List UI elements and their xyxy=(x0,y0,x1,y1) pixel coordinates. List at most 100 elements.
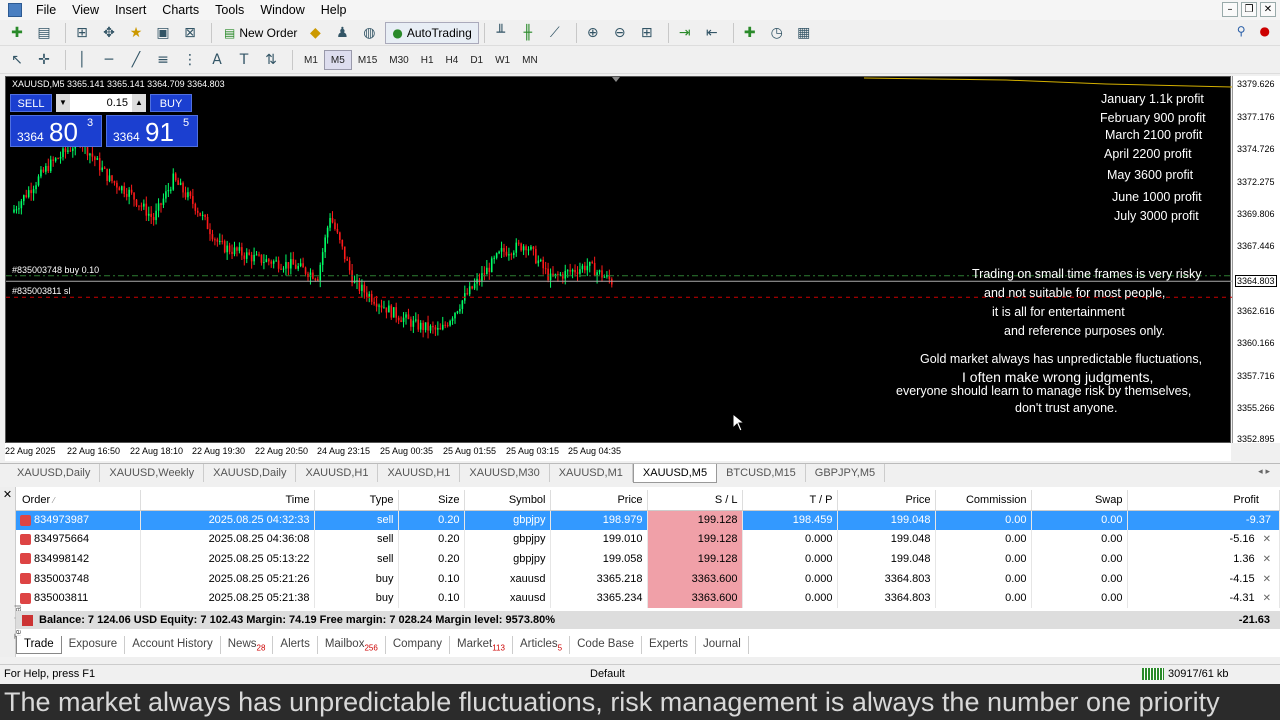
chart-tab[interactable]: XAUUSD,Daily xyxy=(204,464,297,482)
chart-tab[interactable]: XAUUSD,H1 xyxy=(296,464,379,482)
restore-icon[interactable]: ❐ xyxy=(1241,2,1257,17)
chart-tab[interactable]: XAUUSD,H1 xyxy=(378,464,461,482)
menu-help[interactable]: Help xyxy=(313,3,355,17)
chart-shift-icon[interactable]: ⇤ xyxy=(701,23,723,43)
metaeditor-icon[interactable]: ◆ xyxy=(304,23,326,43)
terminal-tab-code-base[interactable]: Code Base xyxy=(570,636,643,655)
terminal-tab-company[interactable]: Company xyxy=(386,636,451,655)
chart-tab-active[interactable]: XAUUSD,M5 xyxy=(632,464,718,483)
zoom-out-icon[interactable]: ⊖ xyxy=(609,23,631,43)
close-order-icon[interactable]: ✕ xyxy=(1263,554,1271,565)
tf-h1[interactable]: H1 xyxy=(415,50,440,70)
terminal-tab-alerts[interactable]: Alerts xyxy=(273,636,318,655)
label-icon[interactable]: T xyxy=(233,50,255,70)
zoom-in-icon[interactable]: ⊕ xyxy=(582,23,604,43)
cursor-icon[interactable]: ↖ xyxy=(6,50,28,70)
col-type[interactable]: Type xyxy=(314,490,399,511)
terminal-tab-journal[interactable]: Journal xyxy=(696,636,749,655)
table-row[interactable]: 834998142 2025.08.25 05:13:22 sell 0.20 gbpj… xyxy=(16,549,1280,569)
vertical-line-icon[interactable]: │ xyxy=(71,50,93,70)
menu-charts[interactable]: Charts xyxy=(154,3,207,17)
chart-tab[interactable]: XAUUSD,Daily xyxy=(8,464,101,482)
vps-icon[interactable]: ◍ xyxy=(358,23,380,43)
col-order[interactable]: Order ⁄ xyxy=(16,490,141,511)
menu-view[interactable]: View xyxy=(64,3,107,17)
menu-window[interactable]: Window xyxy=(252,3,312,17)
bar-chart-icon[interactable]: ╨ xyxy=(490,23,512,43)
line-chart-icon[interactable]: ⟋ xyxy=(544,23,566,43)
menu-file[interactable]: File xyxy=(28,3,64,17)
col-tp[interactable]: T / P xyxy=(742,490,838,511)
terminal-tab-mailbox[interactable]: Mailbox256 xyxy=(318,636,386,655)
arrows-icon[interactable]: ⇅ xyxy=(260,50,282,70)
col-current-price[interactable]: Price xyxy=(837,490,936,511)
templates-icon[interactable]: ▦ xyxy=(793,23,815,43)
strategy-tester-icon[interactable]: ⊠ xyxy=(179,23,201,43)
terminal-icon[interactable]: ▣ xyxy=(152,23,174,43)
menu-tools[interactable]: Tools xyxy=(207,3,252,17)
search-icon[interactable]: ⚲ xyxy=(1237,24,1246,38)
close-order-icon[interactable]: ✕ xyxy=(1263,534,1271,545)
terminal-tab-trade[interactable]: Trade xyxy=(16,636,62,655)
tf-w1[interactable]: W1 xyxy=(489,50,516,70)
col-price[interactable]: Price xyxy=(550,490,648,511)
tf-m15[interactable]: M15 xyxy=(352,50,383,70)
price-chart[interactable]: XAUUSD,M5 3365.141 3365.141 3364.709 336… xyxy=(5,76,1232,443)
periods-icon[interactable]: ◷ xyxy=(766,23,788,43)
col-swap[interactable]: Swap xyxy=(1031,490,1128,511)
horizontal-line-icon[interactable]: ─ xyxy=(98,50,120,70)
tf-m5[interactable]: M5 xyxy=(323,50,352,70)
close-terminal-icon[interactable]: ✕ xyxy=(0,488,15,501)
sell-button[interactable]: SELL xyxy=(10,94,52,112)
lot-up-icon[interactable]: ▲ xyxy=(132,94,146,112)
col-symbol[interactable]: Symbol xyxy=(464,490,551,511)
terminal-tab-articles[interactable]: Articles5 xyxy=(513,636,571,655)
close-icon[interactable]: ✕ xyxy=(1260,2,1276,17)
chart-tab[interactable]: XAUUSD,M1 xyxy=(550,464,633,482)
autotrading-button[interactable]: ● AutoTrading xyxy=(385,21,479,44)
indicators-icon[interactable]: ✚ xyxy=(739,23,761,43)
lot-down-icon[interactable]: ▼ xyxy=(56,94,70,112)
terminal-tab-experts[interactable]: Experts xyxy=(642,636,697,655)
notifications-icon[interactable]: ● xyxy=(1260,24,1270,38)
col-time[interactable]: Time xyxy=(140,490,315,511)
menu-insert[interactable]: Insert xyxy=(107,3,154,17)
terminal-tab-exposure[interactable]: Exposure xyxy=(62,636,126,655)
new-chart-icon[interactable]: ✚ xyxy=(6,23,28,43)
new-order-button[interactable]: ▤ New Order xyxy=(217,22,304,44)
table-row[interactable]: 834973987 2025.08.25 04:32:33 sell 0.20 gbpj… xyxy=(16,510,1280,530)
terminal-tab-news[interactable]: News28 xyxy=(221,636,274,655)
chart-tab[interactable]: BTCUSD,M15 xyxy=(717,464,806,482)
tf-m1[interactable]: M1 xyxy=(298,50,324,70)
sell-quote[interactable]: 3364 80 3 xyxy=(10,115,102,147)
signals-icon[interactable]: ♟ xyxy=(331,23,353,43)
chart-tab[interactable]: GBPJPY,M5 xyxy=(806,464,886,482)
text-icon[interactable]: A xyxy=(206,50,228,70)
crosshair-icon[interactable]: ✛ xyxy=(33,50,55,70)
buy-quote[interactable]: 3364 91 5 xyxy=(106,115,198,147)
channel-icon[interactable]: ≡ xyxy=(152,50,174,70)
tf-h4[interactable]: H4 xyxy=(440,50,465,70)
lot-size-input[interactable]: ▼ 0.15 ▲ xyxy=(56,94,146,112)
col-sl[interactable]: S / L xyxy=(647,490,743,511)
data-window-icon[interactable]: ★ xyxy=(125,23,147,43)
tf-m30[interactable]: M30 xyxy=(383,50,414,70)
terminal-tab-account-history[interactable]: Account History xyxy=(125,636,221,655)
table-row[interactable]: 835003748 2025.08.25 05:21:26 buy 0.10 xauus… xyxy=(16,568,1280,589)
table-row[interactable]: 835003811 2025.08.25 05:21:38 buy 0.10 xauus… xyxy=(16,588,1280,608)
tf-mn[interactable]: MN xyxy=(516,50,544,70)
tf-d1[interactable]: D1 xyxy=(464,50,489,70)
auto-scroll-icon[interactable]: ⇥ xyxy=(674,23,696,43)
table-row[interactable]: 834975664 2025.08.25 04:36:08 sell 0.20 gbpj… xyxy=(16,529,1280,550)
chart-tab[interactable]: XAUUSD,M30 xyxy=(460,464,550,482)
candlestick-icon[interactable]: ╫ xyxy=(517,23,539,43)
close-order-icon[interactable]: ✕ xyxy=(1263,593,1271,604)
fibonacci-icon[interactable]: ⋮ xyxy=(179,50,201,70)
trendline-icon[interactable]: ╱ xyxy=(125,50,147,70)
col-profit[interactable]: Profit xyxy=(1127,490,1280,511)
market-watch-icon[interactable]: ⊞ xyxy=(71,23,93,43)
buy-button[interactable]: BUY xyxy=(150,94,192,112)
navigator-icon[interactable]: ✥ xyxy=(98,23,120,43)
col-size[interactable]: Size xyxy=(398,490,465,511)
chart-tab[interactable]: XAUUSD,Weekly xyxy=(100,464,205,482)
